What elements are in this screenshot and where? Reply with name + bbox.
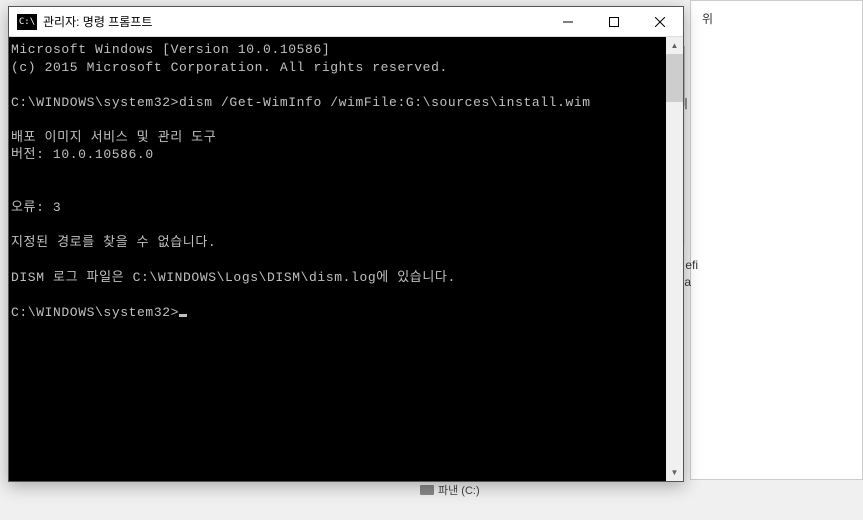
terminal-line: (c) 2015 Microsoft Corporation. All righ… (11, 60, 448, 75)
cursor (179, 314, 187, 317)
scroll-thumb[interactable] (666, 54, 683, 102)
minimize-button[interactable] (545, 7, 591, 36)
background-drive-item: 파낸 (C:) (420, 480, 580, 500)
window-title: 관리자: 명령 프롬프트 (43, 13, 545, 30)
bg-text: efi (685, 258, 698, 272)
drive-icon (420, 485, 434, 495)
close-button[interactable] (637, 7, 683, 36)
terminal-content[interactable]: Microsoft Windows [Version 10.0.10586] (… (9, 37, 666, 481)
terminal-line: 배포 이미지 서비스 및 관리 도구 (11, 130, 216, 145)
terminal-line: 버전: 10.0.10586.0 (11, 147, 154, 162)
maximize-icon (609, 17, 619, 27)
drive-label: 파낸 (C:) (438, 482, 480, 498)
minimize-icon (563, 17, 573, 27)
scroll-up-button[interactable]: ▲ (666, 37, 683, 54)
terminal-body: Microsoft Windows [Version 10.0.10586] (… (9, 37, 683, 481)
title-bar[interactable]: C:\ 관리자: 명령 프롬프트 (9, 7, 683, 37)
terminal-line: DISM 로그 파일은 C:\WINDOWS\Logs\DISM\dism.lo… (11, 270, 456, 285)
terminal-line: 오류: 3 (11, 200, 61, 215)
close-icon (655, 17, 665, 27)
cmd-icon: C:\ (17, 14, 37, 30)
terminal-line: 지정된 경로를 찾을 수 없습니다. (11, 235, 216, 250)
command-prompt-window: C:\ 관리자: 명령 프롬프트 Microsoft Windows [Vers… (8, 6, 684, 482)
maximize-button[interactable] (591, 7, 637, 36)
window-controls (545, 7, 683, 36)
scroll-down-button[interactable]: ▼ (666, 464, 683, 481)
terminal-line: C:\WINDOWS\system32>dism /Get-WimInfo /w… (11, 95, 591, 110)
terminal-prompt: C:\WINDOWS\system32> (11, 305, 179, 320)
terminal-scrollbar[interactable]: ▲ ▼ (666, 37, 683, 481)
bg-text: 위 (702, 10, 713, 27)
terminal-line: Microsoft Windows [Version 10.0.10586] (11, 42, 330, 57)
bg-text: a (684, 275, 691, 289)
scroll-track[interactable] (666, 54, 683, 464)
background-panel (690, 0, 863, 480)
